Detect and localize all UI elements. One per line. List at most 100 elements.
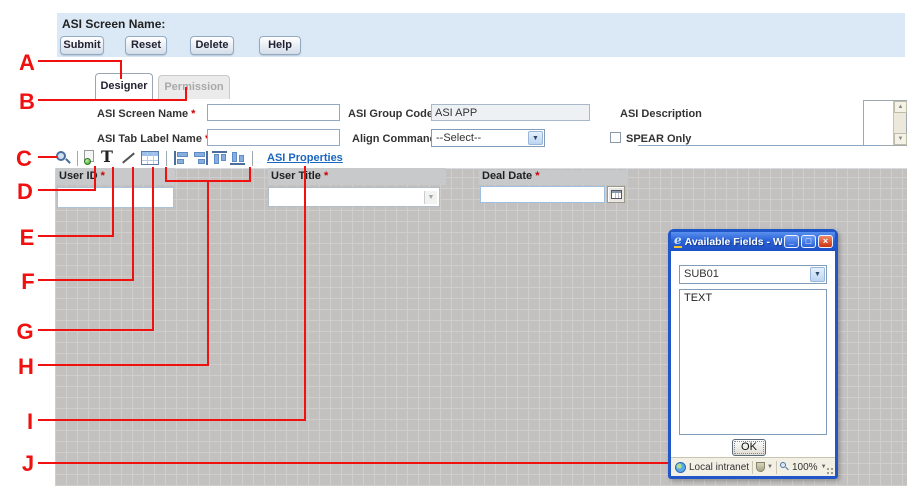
align-command-select[interactable]: --Select-- ▼ [431, 129, 545, 147]
user-title-select[interactable]: ▼ [268, 187, 440, 207]
asi-tab-label-name-input[interactable] [207, 129, 340, 146]
leader-bracket-h [165, 167, 167, 181]
leader-bracket-h [249, 167, 251, 181]
asi-screen-designer: ASI Screen Name: Submit Reset Delete Hel… [0, 0, 921, 491]
deal-date-calendar-button[interactable] [607, 186, 625, 203]
window-title: Available Fields - Wind... [685, 236, 782, 248]
leader-line-f [38, 279, 134, 281]
user-title-label: User Title * [271, 170, 328, 182]
minimize-button[interactable]: _ [784, 235, 799, 248]
asi-screen-name-input[interactable] [207, 104, 340, 121]
text-tool-icon[interactable]: T [100, 149, 114, 166]
leader-line-c [38, 156, 57, 158]
leader-line-b [185, 87, 187, 101]
table-tool-icon[interactable] [141, 151, 159, 165]
page-title: ASI Screen Name: [62, 17, 165, 31]
spear-only-checkbox[interactable] [610, 132, 621, 143]
align-bottom-icon[interactable] [230, 151, 245, 165]
chevron-down-icon[interactable]: ▼ [767, 464, 773, 470]
leader-line-g [38, 329, 154, 331]
leader-line-e [112, 167, 114, 237]
leader-line-e [38, 235, 114, 237]
leader-line-a [38, 60, 122, 62]
annotation-letter-i: I [18, 409, 42, 435]
user-title-label-band: User Title * [268, 168, 446, 185]
leader-line-i [38, 419, 306, 421]
leader-line-a [120, 60, 122, 79]
annotation-letter-e: E [15, 225, 39, 251]
toolbar-separator [252, 151, 253, 166]
reset-button[interactable]: Reset [125, 36, 167, 55]
zoom-level-icon [780, 462, 790, 472]
leader-line-i [304, 166, 306, 421]
annotation-letter-j: J [16, 451, 40, 477]
user-id-label-band: User ID * [56, 168, 175, 185]
leader-line-h [38, 364, 209, 366]
globe-icon [675, 462, 686, 473]
chevron-down-icon[interactable]: ▼ [424, 191, 437, 204]
zoom-level-text: 100% [792, 462, 818, 473]
leader-bracket-h [165, 180, 251, 182]
chevron-down-icon[interactable]: ▼ [810, 267, 825, 282]
submit-button[interactable]: Submit [60, 36, 104, 55]
help-button[interactable]: Help [259, 36, 301, 55]
align-top-icon[interactable] [212, 151, 227, 165]
asi-description-textarea[interactable]: ▲ ▼ [863, 100, 907, 146]
spear-only-label: SPEAR Only [626, 133, 691, 145]
security-zone-text: Local intranet [689, 462, 749, 473]
deal-date-label: Deal Date * [482, 170, 539, 182]
line-tool-icon[interactable] [120, 150, 137, 166]
internet-explorer-icon: e [674, 235, 682, 248]
align-left-icon[interactable] [174, 151, 189, 165]
toolbar-separator [166, 151, 167, 166]
shield-icon [756, 462, 765, 472]
align-command-value: --Select-- [436, 132, 481, 144]
deal-date-input[interactable] [480, 186, 605, 203]
tab-designer[interactable]: Designer [95, 73, 153, 99]
annotation-letter-d: D [13, 179, 37, 205]
delete-button[interactable]: Delete [190, 36, 234, 55]
asi-description-label: ASI Description [620, 108, 702, 120]
textarea-scrollbar[interactable]: ▲ ▼ [893, 101, 906, 145]
tab-permission[interactable]: Permission [158, 75, 230, 99]
available-fields-list[interactable]: TEXT [679, 289, 827, 435]
spear-only-underline [638, 145, 881, 146]
list-item[interactable]: TEXT [680, 290, 826, 306]
leader-line-g [152, 167, 154, 331]
user-id-label: User ID * [59, 170, 105, 182]
restore-button[interactable]: □ [801, 235, 816, 248]
leader-line-d [38, 189, 96, 191]
chevron-down-icon[interactable]: ▼ [528, 131, 543, 145]
annotation-letter-h: H [14, 354, 38, 380]
asi-group-code-value: ASI APP [431, 104, 590, 121]
required-marker: * [191, 108, 195, 120]
annotation-letter-a: A [15, 50, 39, 76]
asi-properties-link[interactable]: ASI Properties [267, 152, 343, 164]
scroll-down-icon[interactable]: ▼ [894, 133, 907, 145]
window-titlebar[interactable]: e Available Fields - Wind... _ □ × [671, 232, 835, 251]
leader-line-j [38, 462, 668, 464]
asi-screen-name-label: ASI Screen Name * [97, 108, 195, 120]
annotation-letter-f: F [16, 269, 40, 295]
available-fields-window: e Available Fields - Wind... _ □ × SUB01… [668, 229, 838, 479]
zoom-icon[interactable] [55, 150, 72, 166]
asi-tab-label-name-label: ASI Tab Label Name * [97, 133, 209, 145]
leader-line-d [94, 166, 96, 191]
leader-line-h [207, 181, 209, 366]
scroll-up-icon[interactable]: ▲ [894, 101, 907, 113]
header-bar [57, 13, 905, 57]
leader-line-b [38, 99, 187, 101]
toolbar-separator [77, 151, 78, 166]
asi-group-code-label: ASI Group Code [348, 108, 433, 120]
leader-line-f [132, 167, 134, 281]
annotation-letter-c: C [12, 146, 36, 172]
field-source-select[interactable]: SUB01 ▼ [679, 265, 827, 284]
close-button[interactable]: × [818, 235, 833, 248]
ok-button[interactable]: OK [732, 439, 766, 456]
align-right-icon[interactable] [193, 151, 208, 165]
align-command-label: Align Command [352, 133, 436, 145]
resize-grip[interactable] [826, 467, 834, 475]
deal-date-label-band: Deal Date * [479, 170, 628, 185]
annotation-letter-b: B [15, 89, 39, 115]
add-field-icon[interactable] [82, 150, 96, 166]
